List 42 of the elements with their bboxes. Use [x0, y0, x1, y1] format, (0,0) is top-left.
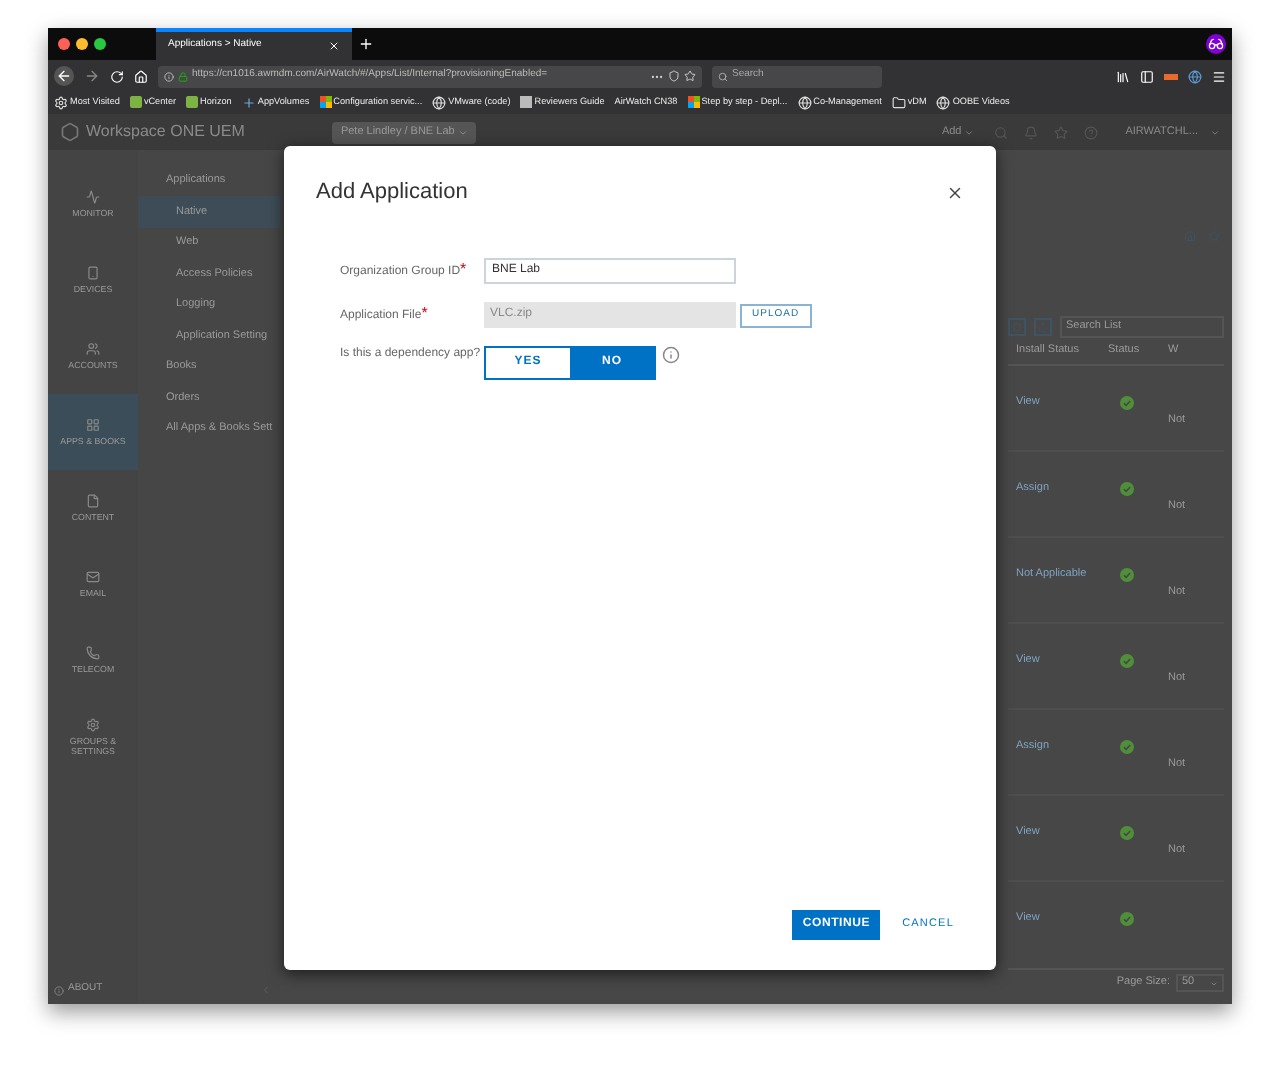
info-icon: [54, 985, 64, 995]
pulse-icon: [86, 190, 100, 204]
dialog-title: Add Application: [316, 178, 468, 208]
tiles-icon: [319, 96, 332, 109]
search-icon: [718, 71, 728, 81]
handset-icon: [86, 646, 100, 660]
document-icon: [86, 494, 100, 508]
page-icon: [520, 96, 533, 109]
logo-icon: [186, 96, 199, 109]
gear-icon: [54, 96, 68, 110]
extension-icon[interactable]: [1164, 73, 1178, 79]
folder-icon: [891, 96, 906, 110]
extension-icon[interactable]: [1188, 69, 1202, 83]
caret-icon: [963, 127, 974, 137]
lock-icon: [178, 71, 188, 81]
info-icon[interactable]: [662, 345, 680, 363]
globe-icon: [797, 96, 812, 110]
caret-icon: [458, 127, 469, 137]
plus-icon: [241, 96, 256, 110]
star-icon[interactable]: [1053, 125, 1068, 139]
brand-title: Workspace ONE UEM: [86, 120, 245, 144]
logo-icon: [129, 96, 142, 109]
tiles-icon: [687, 96, 700, 109]
close-icon[interactable]: [328, 40, 340, 52]
close-icon[interactable]: [946, 183, 964, 202]
forward-icon[interactable]: [84, 68, 100, 84]
people-icon: [86, 342, 100, 356]
back-icon[interactable]: [54, 66, 74, 86]
new-tab-icon[interactable]: [358, 36, 374, 52]
logo-icon: [60, 122, 80, 142]
reload-icon[interactable]: [110, 69, 124, 83]
library-icon[interactable]: [1116, 69, 1130, 83]
sidebar-icon[interactable]: [1140, 69, 1154, 83]
globe-icon: [936, 96, 951, 110]
caret-icon: [1210, 127, 1220, 137]
globe-icon: [432, 96, 447, 110]
grid-icon: [86, 418, 100, 432]
info-icon[interactable]: [164, 71, 174, 81]
envelope-icon: [86, 570, 100, 584]
phone-icon: [86, 266, 100, 280]
menu-icon[interactable]: [1212, 69, 1226, 83]
gear-icon: [86, 717, 100, 731]
